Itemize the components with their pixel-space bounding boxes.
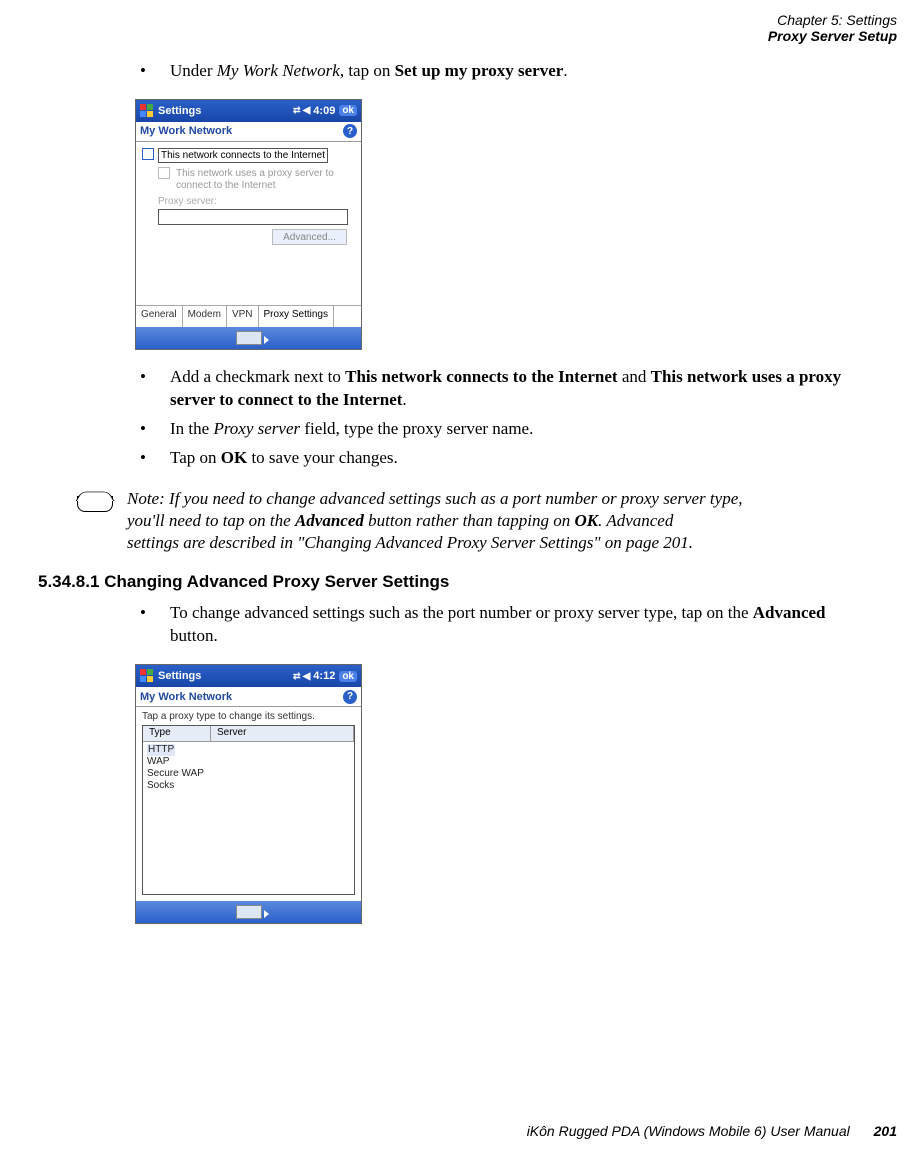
clock: 4:12 — [313, 670, 335, 682]
subsection-heading: 5.34.8.1 Changing Advanced Proxy Server … — [38, 572, 887, 592]
table-row[interactable]: Secure WAP — [147, 768, 350, 780]
table-row[interactable]: HTTP — [147, 744, 350, 756]
help-icon[interactable]: ? — [343, 690, 357, 704]
checkbox-uses-proxy[interactable] — [158, 167, 170, 179]
checkbox-label: This network connects to the Internet — [158, 148, 328, 164]
start-icon[interactable] — [140, 669, 154, 683]
sip-bar — [136, 901, 361, 923]
advanced-button[interactable]: Advanced... — [272, 229, 347, 245]
instruction-text: Tap on OK to save your changes. — [170, 447, 877, 470]
signal-icon: ⇄ — [293, 105, 300, 116]
tab-general[interactable]: General — [136, 306, 183, 327]
page-number: 201 — [874, 1123, 897, 1139]
screenshot-proxy-settings: Settings ⇄ ◀︎ 4:09 ok My Work Network ? … — [135, 99, 362, 351]
hint-text: Tap a proxy type to change its settings. — [142, 711, 355, 722]
proxy-server-label: Proxy server: — [158, 196, 355, 207]
note-icon — [75, 490, 115, 514]
keyboard-icon[interactable] — [236, 905, 262, 919]
column-type[interactable]: Type — [143, 726, 211, 742]
page-footer: iKôn Rugged PDA (Windows Mobile 6) User … — [0, 1123, 897, 1139]
section-label: Proxy Server Setup — [768, 28, 897, 44]
bullet-icon: • — [140, 366, 170, 412]
help-icon[interactable]: ? — [343, 124, 357, 138]
titlebar: Settings ⇄ ◀︎ 4:09 ok — [136, 100, 361, 122]
start-icon[interactable] — [140, 104, 154, 118]
titlebar: Settings ⇄ ◀︎ 4:12 ok — [136, 665, 361, 687]
bullet-icon: • — [140, 447, 170, 470]
titlebar-title: Settings — [158, 670, 293, 682]
tab-modem[interactable]: Modem — [183, 306, 227, 327]
screenshot-advanced-proxy: Settings ⇄ ◀︎ 4:12 ok My Work Network ? … — [135, 664, 362, 924]
checkbox-label: This network uses a proxy server to conn… — [174, 167, 355, 192]
tab-bar: General Modem VPN Proxy Settings — [136, 305, 361, 327]
instruction-text: To change advanced settings such as the … — [170, 602, 877, 648]
screen-heading: My Work Network ? — [136, 687, 361, 707]
instruction-text: Add a checkmark next to This network con… — [170, 366, 877, 412]
bullet-icon: • — [140, 602, 170, 648]
sip-bar — [136, 327, 361, 349]
ok-button[interactable]: ok — [339, 105, 357, 116]
clock: 4:09 — [313, 105, 335, 117]
bullet-icon: • — [140, 418, 170, 441]
table-row[interactable]: WAP — [147, 756, 350, 768]
keyboard-icon[interactable] — [236, 331, 262, 345]
proxy-type-table: Type Server HTTP WAP Secure WAP Socks — [142, 725, 355, 895]
titlebar-title: Settings — [158, 105, 293, 117]
tab-vpn[interactable]: VPN — [227, 306, 259, 327]
signal-icon: ⇄ — [293, 671, 300, 682]
volume-icon[interactable]: ◀︎ — [303, 105, 311, 116]
checkbox-connects-internet[interactable] — [142, 148, 154, 160]
instruction-text: In the Proxy server field, type the prox… — [170, 418, 877, 441]
volume-icon[interactable]: ◀︎ — [303, 671, 311, 682]
chapter-label: Chapter 5: Settings — [768, 12, 897, 28]
column-server[interactable]: Server — [211, 726, 354, 742]
ok-button[interactable]: ok — [339, 671, 357, 682]
instruction-text: Under My Work Network, tap on Set up my … — [170, 60, 877, 83]
note-text: Note: If you need to change advanced set… — [127, 488, 877, 554]
tab-proxy-settings[interactable]: Proxy Settings — [259, 306, 334, 327]
table-row[interactable]: Socks — [147, 780, 350, 792]
proxy-server-input[interactable] — [158, 209, 348, 225]
bullet-icon: • — [140, 60, 170, 83]
book-title: iKôn Rugged PDA (Windows Mobile 6) User … — [527, 1123, 850, 1139]
screen-heading: My Work Network ? — [136, 122, 361, 142]
page-header: Chapter 5: Settings Proxy Server Setup — [768, 12, 897, 44]
